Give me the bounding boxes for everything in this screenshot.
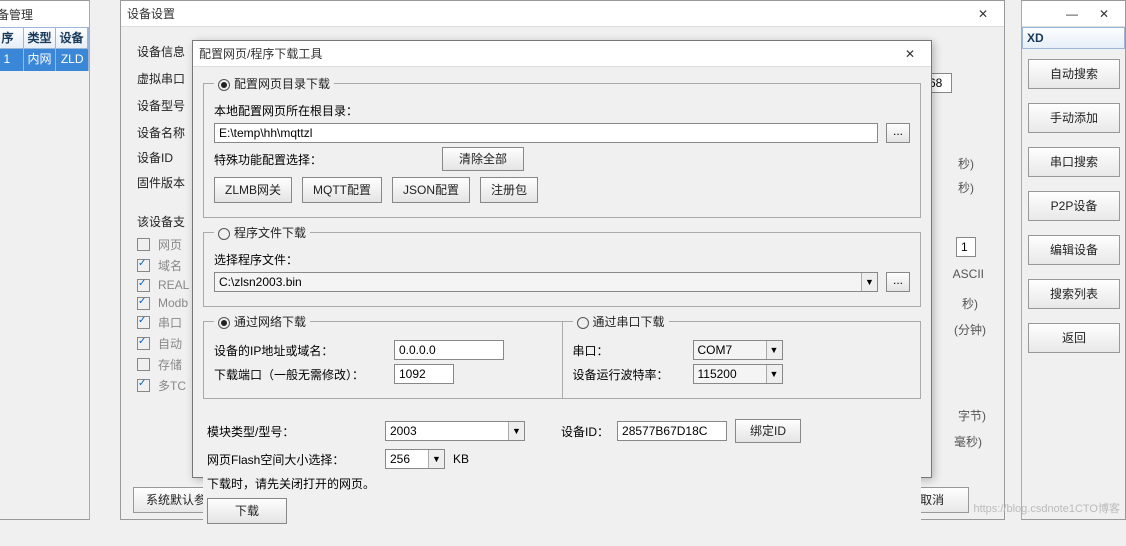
col-index[interactable]: 序 — [0, 28, 24, 48]
label-root-dir: 本地配置网页所在根目录： — [214, 102, 358, 119]
unit-sec2: 秒) — [958, 179, 974, 196]
btn-mqtt[interactable]: MQTT配置 — [302, 177, 382, 203]
input-root-dir[interactable] — [214, 123, 878, 143]
watermark: https://blog.csdnote1CTO博客 — [973, 500, 1120, 516]
combo-com[interactable]: COM7▼ — [693, 340, 783, 360]
btn-edit-dev[interactable]: 编辑设备 — [1028, 235, 1120, 265]
chk-domain[interactable] — [137, 259, 150, 272]
btn-serial-search[interactable]: 串口搜索 — [1028, 147, 1120, 177]
input-devid[interactable] — [617, 421, 727, 441]
unit-sec3: 秒) — [962, 295, 978, 312]
side-panel: ― ✕ XD 自动搜索 手动添加 串口搜索 P2P设备 编辑设备 搜索列表 返回 — [1021, 0, 1126, 520]
unit-ms: 毫秒) — [954, 433, 982, 450]
cell-index: 1 — [0, 49, 24, 71]
note-close-web: 下载时，请先关闭打开的网页。 — [207, 475, 375, 492]
cell-dev: ZLD — [56, 49, 89, 71]
label-port: 下载端口（一般无需修改）： — [214, 366, 374, 383]
label-com: 串口： — [573, 342, 673, 359]
close-icon[interactable]: ✕ — [895, 43, 925, 65]
chevron-down-icon: ▼ — [766, 341, 782, 359]
chk-serial[interactable] — [137, 316, 150, 329]
chk-multitc[interactable] — [137, 379, 150, 392]
dlg-titlebar[interactable]: 配置网页/程序下载工具 ✕ — [193, 41, 931, 67]
settings-titlebar[interactable]: 设备设置 ✕ — [121, 1, 1004, 27]
fieldset-serial-dl: 通过串口下载 串口： COM7▼ 设备运行波特率： 115200▼ — [562, 313, 922, 399]
combo-flash[interactable]: 256▼ — [385, 449, 445, 469]
chevron-down-icon: ▼ — [428, 450, 444, 468]
mgmt-grid-header: 序 类型 设备 — [0, 27, 89, 49]
browse-button[interactable]: ... — [886, 123, 910, 143]
close-icon[interactable]: ✕ — [1089, 3, 1119, 25]
radio-serial-dl[interactable] — [577, 317, 589, 329]
browse-prog-button[interactable]: ... — [886, 272, 910, 292]
label-prog-file: 选择程序文件： — [214, 251, 298, 268]
radio-web-dir[interactable] — [218, 79, 230, 91]
radio-net-dl[interactable] — [218, 317, 230, 329]
btn-json[interactable]: JSON配置 — [392, 177, 470, 203]
settings-title: 设备设置 — [127, 5, 175, 22]
btn-search-list[interactable]: 搜索列表 — [1028, 279, 1120, 309]
dlg-title: 配置网页/程序下载工具 — [199, 45, 322, 62]
input-ip[interactable] — [394, 340, 504, 360]
btn-auto-search[interactable]: 自动搜索 — [1028, 59, 1120, 89]
btn-manual-add[interactable]: 手动添加 — [1028, 103, 1120, 133]
fieldset-prog-file: 程序文件下载 选择程序文件： C:\zlsn2003.bin▼ ... — [203, 224, 921, 307]
combo-prog-file[interactable]: C:\zlsn2003.bin▼ — [214, 272, 878, 292]
download-tool-dialog: 配置网页/程序下载工具 ✕ 配置网页目录下载 本地配置网页所在根目录： ... … — [192, 40, 932, 478]
chk-web[interactable] — [137, 238, 150, 251]
minimize-icon[interactable]: ― — [1057, 3, 1087, 25]
radio-prog-file[interactable] — [218, 228, 230, 240]
combo-baud[interactable]: 115200▼ — [693, 364, 783, 384]
mgmt-title: 备管理 — [0, 6, 33, 23]
label-special: 特殊功能配置选择： — [214, 151, 322, 168]
lower-pane: 模块类型/型号： 2003▼ 设备ID： 绑定ID 网页Flash空间大小选择：… — [203, 405, 921, 538]
btn-clear-all[interactable]: 清除全部 — [442, 147, 524, 171]
txt-ascii: ASCII — [953, 267, 984, 281]
label-devid: 设备ID： — [561, 423, 609, 440]
unit-sec1: 秒) — [958, 155, 974, 172]
label-module-type: 模块类型/型号： — [207, 423, 377, 440]
mgmt-titlebar: 备管理 — [0, 1, 89, 27]
chevron-down-icon: ▼ — [766, 365, 782, 383]
chk-modb[interactable] — [137, 297, 150, 310]
fieldset-web-dir: 配置网页目录下载 本地配置网页所在根目录： ... 特殊功能配置选择： 清除全部… — [203, 75, 921, 218]
device-mgmt-window: 备管理 序 类型 设备 1 内网 ZLD — [0, 0, 90, 520]
input-port[interactable] — [394, 364, 454, 384]
btn-back[interactable]: 返回 — [1028, 323, 1120, 353]
combo-module-type[interactable]: 2003▼ — [385, 421, 525, 441]
col-type[interactable]: 类型 — [24, 28, 56, 48]
chk-store[interactable] — [137, 358, 150, 371]
field-1[interactable] — [956, 237, 976, 257]
chk-auto[interactable] — [137, 337, 150, 350]
btn-p2p[interactable]: P2P设备 — [1028, 191, 1120, 221]
chevron-down-icon: ▼ — [861, 273, 877, 291]
close-icon[interactable]: ✕ — [968, 3, 998, 25]
label-baud: 设备运行波特率： — [573, 366, 673, 383]
btn-download[interactable]: 下载 — [207, 498, 287, 524]
chevron-down-icon: ▼ — [508, 422, 524, 440]
mgmt-grid-row[interactable]: 1 内网 ZLD — [0, 49, 89, 71]
btn-zlmb[interactable]: ZLMB网关 — [214, 177, 292, 203]
side-titlebar: ― ✕ — [1022, 1, 1125, 27]
rxd-header: XD — [1022, 27, 1125, 49]
cell-type: 内网 — [24, 49, 57, 71]
btn-bind-id[interactable]: 绑定ID — [735, 419, 801, 443]
btn-reg[interactable]: 注册包 — [480, 177, 538, 203]
col-dev[interactable]: 设备 — [56, 28, 88, 48]
label-ip: 设备的IP地址或域名： — [214, 342, 374, 359]
fieldset-net-dl: 通过网络下载 设备的IP地址或域名： 下载端口（一般无需修改）： — [203, 313, 562, 399]
unit-bytes: 字节) — [958, 407, 986, 424]
chk-real[interactable] — [137, 279, 150, 292]
label-flash: 网页Flash空间大小选择： — [207, 451, 377, 468]
unit-min: (分钟) — [954, 321, 986, 338]
label-kb: KB — [453, 452, 469, 466]
